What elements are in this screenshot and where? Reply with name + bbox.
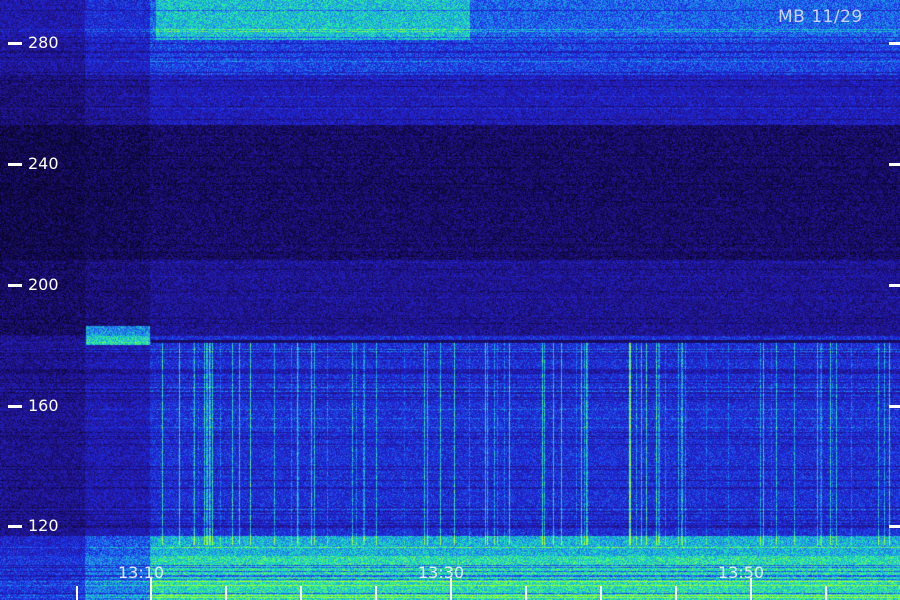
x-tick-mark (375, 586, 377, 600)
y-tick-mark-right (889, 163, 900, 166)
station-label: MB 11/29 (778, 7, 863, 27)
x-tick-label: 13:30 (418, 563, 465, 582)
y-tick-mark-right (889, 284, 900, 287)
x-tick-mark (525, 586, 527, 600)
y-tick-mark-right (889, 405, 900, 408)
y-tick-label: 120 (28, 516, 59, 535)
x-tick-mark (150, 578, 152, 600)
y-tick-label: 240 (28, 154, 59, 173)
y-tick-label: 160 (28, 396, 59, 415)
x-tick-mark (750, 578, 752, 600)
y-tick-mark-right (889, 42, 900, 45)
x-tick-mark (825, 586, 827, 600)
x-tick-label: 13:10 (118, 563, 165, 582)
y-tick-mark (8, 525, 22, 528)
y-tick-mark-right (889, 525, 900, 528)
y-tick-mark (8, 405, 22, 408)
spectrogram-canvas (0, 0, 900, 600)
x-tick-mark (675, 586, 677, 600)
y-tick-label: 280 (28, 33, 59, 52)
y-tick-mark (8, 163, 22, 166)
x-tick-mark (450, 578, 452, 600)
y-tick-mark (8, 42, 22, 45)
x-tick-mark (600, 586, 602, 600)
x-tick-mark (225, 586, 227, 600)
x-tick-label: 13:50 (718, 563, 765, 582)
y-tick-mark (8, 284, 22, 287)
y-tick-label: 200 (28, 275, 59, 294)
x-tick-mark (76, 586, 78, 600)
x-tick-mark (300, 586, 302, 600)
